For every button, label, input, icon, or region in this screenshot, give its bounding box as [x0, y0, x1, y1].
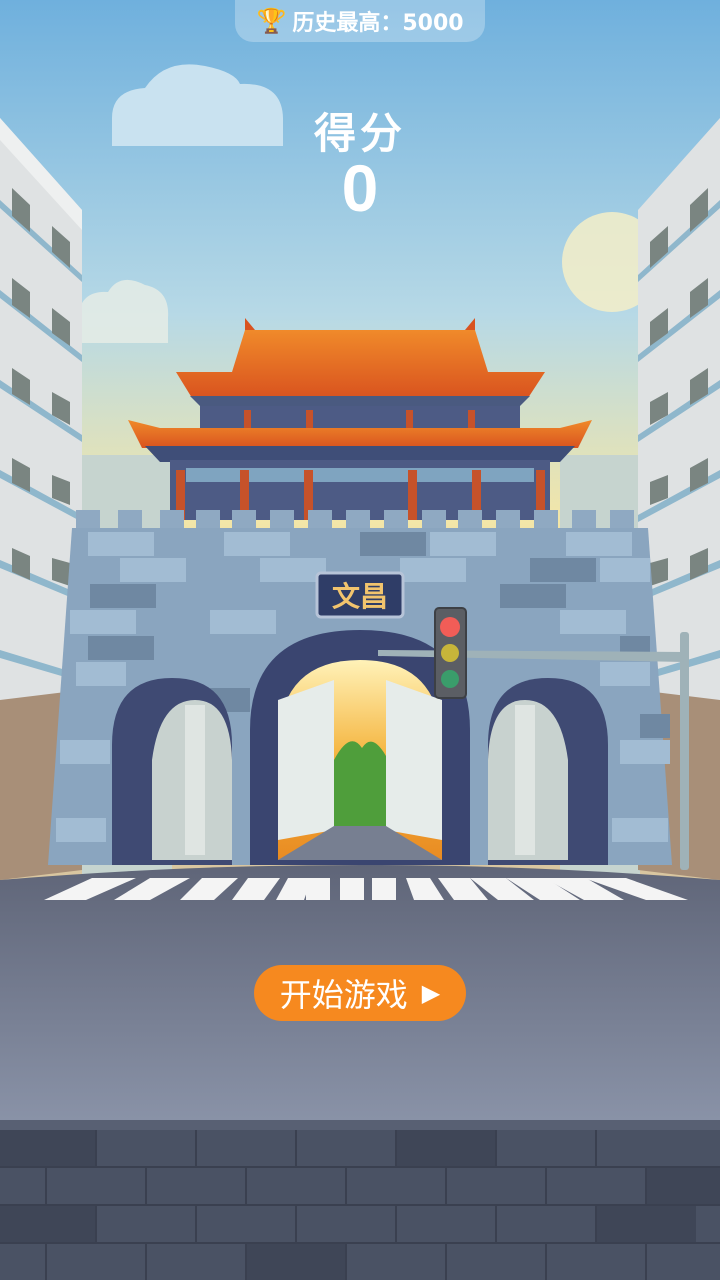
left-arch	[112, 678, 232, 865]
green-light	[441, 670, 459, 688]
plaque-text: 文昌	[332, 580, 388, 613]
best-score-text: 历史最高：5000	[292, 11, 464, 36]
play-icon: ▶	[421, 979, 441, 1007]
yellow-light	[441, 644, 459, 662]
start-game-button[interactable]: 开始游戏 ▶	[254, 965, 466, 1021]
score-value: 0	[341, 151, 379, 225]
red-light	[440, 617, 460, 637]
best-score-badge: 🏆 历史最高：5000	[235, 0, 485, 42]
brick-sidewalk	[0, 1120, 720, 1280]
right-arch	[488, 678, 608, 865]
start-game-label: 开始游戏	[279, 976, 408, 1014]
gate-plaque: 文昌	[315, 571, 405, 619]
trophy-icon: 🏆	[256, 7, 287, 35]
